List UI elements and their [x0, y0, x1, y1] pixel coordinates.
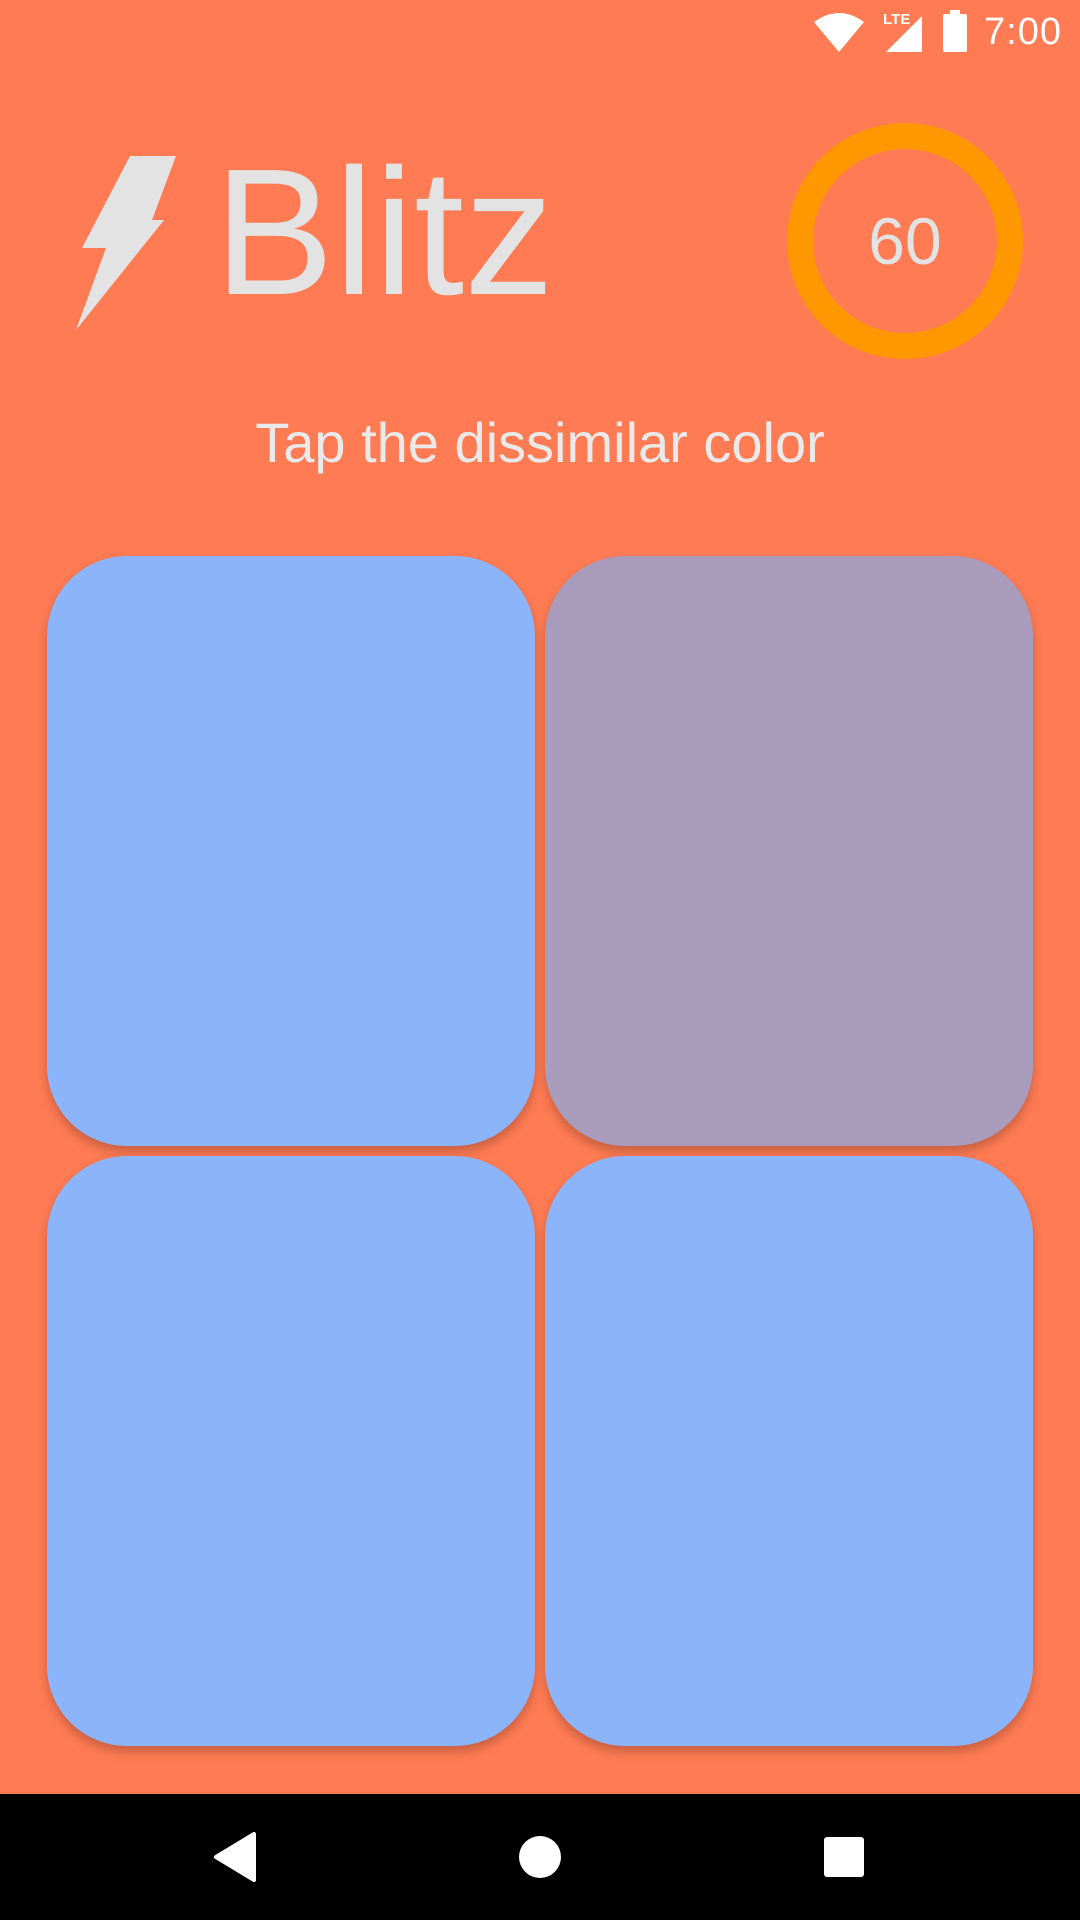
battery-icon [943, 10, 967, 52]
app-title: Blitz [214, 132, 555, 333]
network-type-label: LTE [883, 11, 910, 28]
timer-value: 60 [868, 204, 942, 278]
navigation-bar [0, 1794, 1080, 1920]
color-tile-2[interactable] [545, 556, 1033, 1146]
status-bar: LTE 7:00 [0, 0, 1080, 64]
color-tile-1[interactable] [47, 556, 535, 1146]
instruction-text: Tap the dissimilar color [255, 411, 825, 474]
wifi-icon [814, 13, 864, 52]
countdown-timer: 60 [786, 122, 1024, 360]
home-icon[interactable] [500, 1822, 580, 1892]
recents-icon[interactable] [804, 1822, 884, 1892]
color-tile-3[interactable] [47, 1156, 535, 1746]
status-time: 7:00 [984, 11, 1062, 53]
lightning-bolt-icon [76, 156, 176, 330]
color-tile-4[interactable] [545, 1156, 1033, 1746]
back-icon[interactable] [196, 1822, 276, 1892]
lte-signal-icon: LTE [883, 11, 922, 52]
